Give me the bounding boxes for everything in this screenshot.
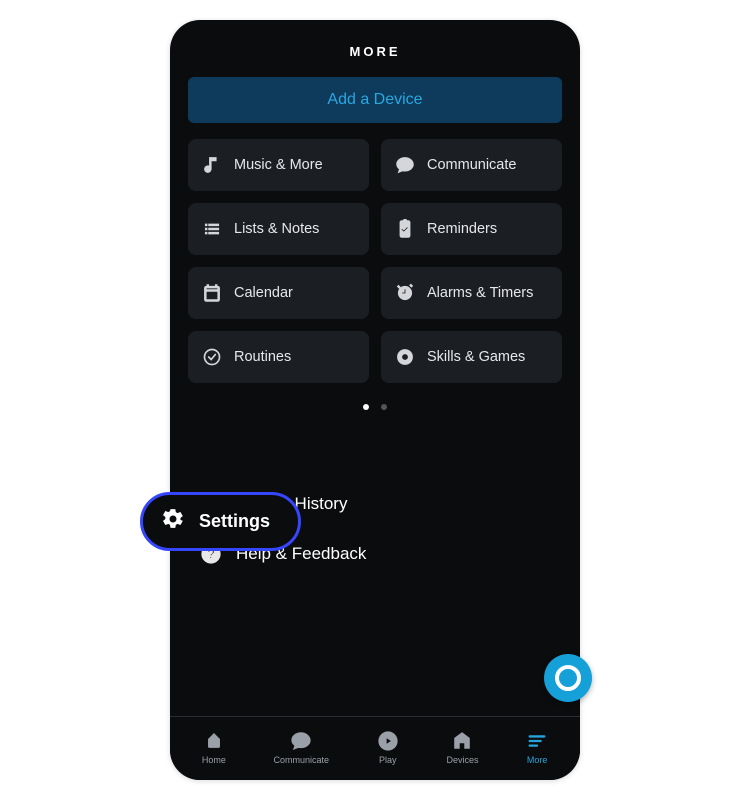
nav-more[interactable]: More [526,730,548,765]
clipboard-check-icon [395,219,415,239]
tile-label: Routines [234,349,291,365]
nav-label: Devices [446,755,478,765]
phone-frame: MORE Add a Device Music & More Communica… [170,20,580,780]
tile-reminders[interactable]: Reminders [381,203,562,255]
nav-label: Play [379,755,397,765]
home-icon [203,730,225,752]
nav-communicate[interactable]: Communicate [274,730,330,765]
tile-label: Communicate [427,157,516,173]
add-device-button[interactable]: Add a Device [188,77,562,123]
music-note-icon [202,155,222,175]
tile-label: Music & More [234,157,323,173]
feature-grid: Music & More Communicate Lists & Notes R… [188,139,562,383]
nav-label: More [527,755,548,765]
tile-label: Alarms & Timers [427,285,533,301]
alexa-fab[interactable] [544,654,592,702]
tile-alarms-timers[interactable]: Alarms & Timers [381,267,562,319]
dot-active [363,404,369,410]
nav-label: Communicate [274,755,330,765]
tile-lists-notes[interactable]: Lists & Notes [188,203,369,255]
devices-icon [451,730,473,752]
skills-icon [395,347,415,367]
bottom-nav: Home Communicate Play Devices More [170,716,580,780]
nav-devices[interactable]: Devices [446,730,478,765]
tile-music-and-more[interactable]: Music & More [188,139,369,191]
page-title: MORE [188,38,562,77]
tile-label: Lists & Notes [234,221,319,237]
tile-skills-games[interactable]: Skills & Games [381,331,562,383]
alarm-clock-icon [395,283,415,303]
tile-label: Calendar [234,285,293,301]
play-icon [377,730,399,752]
list-item-settings[interactable]: Settings [140,492,301,551]
list-icon [202,219,222,239]
gear-icon [161,507,185,536]
list-item-label: Settings [199,511,270,532]
settings-placeholder [194,425,562,479]
alexa-ring-icon [555,665,581,691]
tile-calendar[interactable]: Calendar [188,267,369,319]
chat-bubble-icon [395,155,415,175]
calendar-icon [202,283,222,303]
tile-routines[interactable]: Routines [188,331,369,383]
tile-label: Skills & Games [427,349,525,365]
tile-label: Reminders [427,221,497,237]
add-device-label: Add a Device [327,91,422,108]
nav-home[interactable]: Home [202,730,226,765]
page-indicator [188,397,562,415]
menu-lines-icon [526,730,548,752]
cycle-check-icon [202,347,222,367]
nav-label: Home [202,755,226,765]
nav-play[interactable]: Play [377,730,399,765]
tile-communicate[interactable]: Communicate [381,139,562,191]
dot-inactive [381,404,387,410]
chat-bubble-icon [290,730,312,752]
